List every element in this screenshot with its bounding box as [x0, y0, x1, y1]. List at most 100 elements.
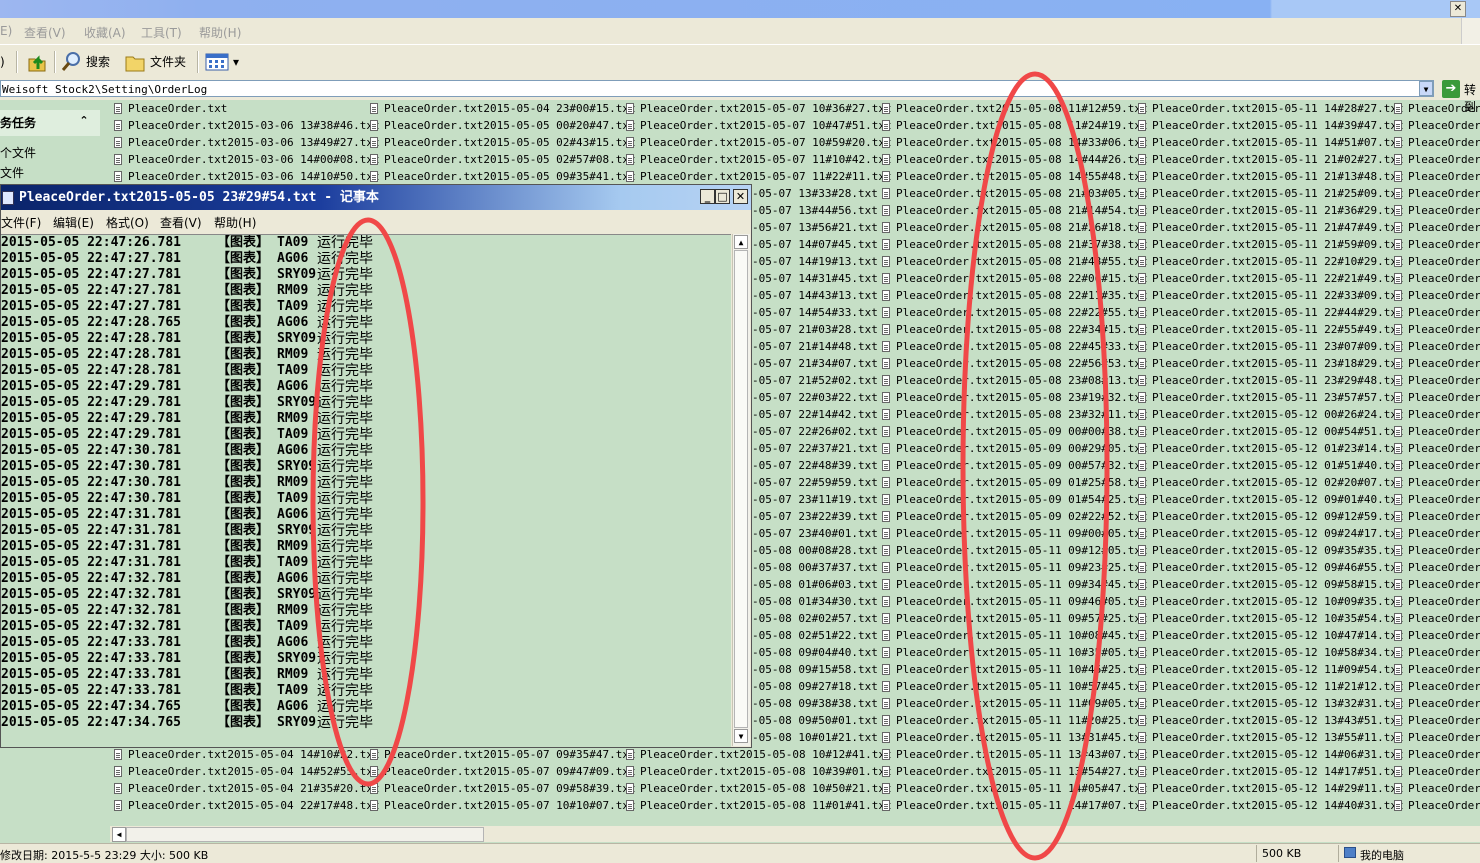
- task-link[interactable]: 个文件: [0, 144, 36, 161]
- file-item[interactable]: PleaceOrder.: [1390, 253, 1480, 270]
- file-item[interactable]: PleaceOrder.: [1390, 763, 1480, 780]
- file-item[interactable]: -05-08 09#50#01.txt: [752, 712, 878, 729]
- file-item[interactable]: PleaceOrder.txt2015-05-12 10#09#35.txt: [1134, 593, 1404, 610]
- file-item[interactable]: PleaceOrder.txt2015-05-12 09#12#59.txt: [1134, 508, 1404, 525]
- file-item[interactable]: PleaceOrder.txt2015-05-11 22#44#29.txt: [1134, 304, 1404, 321]
- file-item[interactable]: PleaceOrder.txt2015-05-11 09#12#05.txt: [878, 542, 1148, 559]
- file-item[interactable]: PleaceOrder.txt2015-05-11 21#25#09.txt: [1134, 185, 1404, 202]
- file-item[interactable]: PleaceOrder.txt2015-05-11 21#36#29.txt: [1134, 202, 1404, 219]
- file-item[interactable]: -05-07 21#34#07.txt: [752, 355, 878, 372]
- file-item[interactable]: PleaceOrder.: [1390, 780, 1480, 797]
- file-item[interactable]: -05-08 09#04#40.txt: [752, 644, 878, 661]
- file-item[interactable]: -05-07 14#43#13.txt: [752, 287, 878, 304]
- scrollbar-thumb[interactable]: [734, 250, 748, 728]
- file-item[interactable]: PleaceOrder.txt2015-05-12 13#55#11.txt: [1134, 729, 1404, 746]
- file-item[interactable]: PleaceOrder.: [1390, 593, 1480, 610]
- file-item[interactable]: -05-07 22#14#42.txt: [752, 406, 878, 423]
- file-item[interactable]: PleaceOrder.txt2015-05-07 10#36#27.txt: [622, 100, 892, 117]
- file-item[interactable]: PleaceOrder.txt2015-05-11 10#57#45.txt: [878, 678, 1148, 695]
- menu-edit[interactable]: E): [0, 24, 12, 38]
- file-item[interactable]: PleaceOrder.txt2015-05-04 23#00#15.txt: [366, 100, 636, 117]
- file-item[interactable]: PleaceOrder.txt2015-05-09 01#25#58.txt: [878, 474, 1148, 491]
- file-item[interactable]: PleaceOrder.txt2015-05-08 21#26#18.txt: [878, 219, 1148, 236]
- file-item[interactable]: PleaceOrder.txt2015-05-11 13#54#27.txt: [878, 763, 1148, 780]
- views-button[interactable]: ▾: [205, 51, 239, 73]
- file-item[interactable]: PleaceOrder.: [1390, 440, 1480, 457]
- file-item[interactable]: PleaceOrder.txt2015-05-12 01#23#14.txt: [1134, 440, 1404, 457]
- file-item[interactable]: -05-07 21#03#28.txt: [752, 321, 878, 338]
- file-item[interactable]: PleaceOrder.txt2015-05-11 09#46#05.txt: [878, 593, 1148, 610]
- file-item[interactable]: PleaceOrder.txt2015-05-09 00#29#05.txt: [878, 440, 1148, 457]
- file-item[interactable]: -05-07 14#31#45.txt: [752, 270, 878, 287]
- task-link[interactable]: 文件: [0, 164, 24, 181]
- file-item[interactable]: PleaceOrder.: [1390, 610, 1480, 627]
- file-item[interactable]: PleaceOrder.txt2015-05-05 09#35#41.txt: [366, 168, 636, 185]
- address-input[interactable]: Weisoft Stock2\Setting\OrderLog: [0, 80, 1434, 97]
- file-item[interactable]: PleaceOrder.txt2015-05-12 00#54#51.txt: [1134, 423, 1404, 440]
- folders-button[interactable]: 文件夹: [124, 51, 186, 73]
- file-item[interactable]: PleaceOrder.txt2015-05-12 00#26#24.txt: [1134, 406, 1404, 423]
- file-item[interactable]: PleaceOrder.txt2015-05-11 22#33#09.txt: [1134, 287, 1404, 304]
- file-item[interactable]: PleaceOrder.txt2015-05-04 21#35#20.txt: [110, 780, 380, 797]
- file-item[interactable]: -05-08 02#51#22.txt: [752, 627, 878, 644]
- file-item[interactable]: PleaceOrder.: [1390, 185, 1480, 202]
- file-item[interactable]: PleaceOrder.txt2015-05-12 14#29#11.txt: [1134, 780, 1404, 797]
- file-item[interactable]: PleaceOrder.: [1390, 457, 1480, 474]
- file-item[interactable]: PleaceOrder.: [1390, 746, 1480, 763]
- close-icon[interactable]: ✕: [1450, 1, 1466, 17]
- file-item[interactable]: PleaceOrder.txt2015-05-11 13#31#45.txt: [878, 729, 1148, 746]
- file-item[interactable]: PleaceOrder.txt2015-05-12 14#06#31.txt: [1134, 746, 1404, 763]
- file-item[interactable]: PleaceOrder.txt2015-05-09 01#54#25.txt: [878, 491, 1148, 508]
- file-item[interactable]: -05-07 21#52#02.txt: [752, 372, 878, 389]
- file-item[interactable]: PleaceOrder.: [1390, 729, 1480, 746]
- file-item[interactable]: PleaceOrder.txt2015-05-11 23#29#48.txt: [1134, 372, 1404, 389]
- file-item[interactable]: -05-07 13#33#28.txt: [752, 185, 878, 202]
- file-item[interactable]: PleaceOrder.: [1390, 474, 1480, 491]
- menu-format[interactable]: 格式(O): [106, 214, 149, 231]
- file-item[interactable]: PleaceOrder.txt2015-05-08 21#48#55.txt: [878, 253, 1148, 270]
- file-item[interactable]: PleaceOrder.: [1390, 695, 1480, 712]
- file-item[interactable]: PleaceOrder.txt2015-05-08 10#39#01.txt: [622, 763, 892, 780]
- file-item[interactable]: PleaceOrder.txt2015-05-08 21#03#05.txt: [878, 185, 1148, 202]
- file-item[interactable]: -05-07 21#14#48.txt: [752, 338, 878, 355]
- file-item[interactable]: PleaceOrder.txt2015-05-11 09#23#25.txt: [878, 559, 1148, 576]
- file-item[interactable]: PleaceOrder.txt2015-05-12 10#58#34.txt: [1134, 644, 1404, 661]
- file-item[interactable]: -05-08 00#08#28.txt: [752, 542, 878, 559]
- file-item[interactable]: PleaceOrder.txt2015-05-04 22#17#48.txt: [110, 797, 380, 814]
- file-item[interactable]: PleaceOrder.txt2015-05-12 10#35#54.txt: [1134, 610, 1404, 627]
- menu-view[interactable]: 查看(V): [160, 214, 202, 231]
- file-item[interactable]: PleaceOrder.: [1390, 372, 1480, 389]
- file-item[interactable]: -05-08 09#27#18.txt: [752, 678, 878, 695]
- maximize-button[interactable]: □: [715, 189, 730, 204]
- go-arrow-icon[interactable]: ➔: [1442, 80, 1460, 98]
- file-item[interactable]: -05-08 00#37#37.txt: [752, 559, 878, 576]
- file-item[interactable]: PleaceOrder.txt2015-05-05 02#57#08.txt: [366, 151, 636, 168]
- file-item[interactable]: PleaceOrder.txt2015-05-08 11#24#19.txt: [878, 117, 1148, 134]
- file-item[interactable]: PleaceOrder.: [1390, 117, 1480, 134]
- file-item[interactable]: PleaceOrder.: [1390, 287, 1480, 304]
- file-item[interactable]: PleaceOrder.: [1390, 508, 1480, 525]
- file-item[interactable]: PleaceOrder.txt2015-05-11 14#17#07.txt: [878, 797, 1148, 814]
- file-item[interactable]: PleaceOrder.txt2015-05-11 23#07#09.txt: [1134, 338, 1404, 355]
- file-item[interactable]: -05-07 22#48#39.txt: [752, 457, 878, 474]
- file-item[interactable]: PleaceOrder.txt2015-05-11 21#47#49.txt: [1134, 219, 1404, 236]
- file-item[interactable]: PleaceOrder.txt2015-05-11 21#59#09.txt: [1134, 236, 1404, 253]
- file-item[interactable]: -05-08 09#15#58.txt: [752, 661, 878, 678]
- file-item[interactable]: -05-07 13#44#56.txt: [752, 202, 878, 219]
- file-item[interactable]: PleaceOrder.txt2015-05-11 09#00#05.txt: [878, 525, 1148, 542]
- file-item[interactable]: PleaceOrder.txt2015-05-12 02#20#07.txt: [1134, 474, 1404, 491]
- file-item[interactable]: PleaceOrder.txt2015-05-08 22#34#15.txt: [878, 321, 1148, 338]
- address-dropdown-icon[interactable]: ▼: [1419, 81, 1433, 96]
- file-item[interactable]: PleaceOrder.: [1390, 355, 1480, 372]
- file-item[interactable]: PleaceOrder.: [1390, 644, 1480, 661]
- file-item[interactable]: PleaceOrder.txt2015-05-11 23#18#29.txt: [1134, 355, 1404, 372]
- file-item[interactable]: PleaceOrder.txt2015-05-11 23#57#57.txt: [1134, 389, 1404, 406]
- file-item[interactable]: PleaceOrder.txt2015-05-12 09#58#15.txt: [1134, 576, 1404, 593]
- file-item[interactable]: PleaceOrder.txt2015-05-11 22#55#49.txt: [1134, 321, 1404, 338]
- search-button[interactable]: 搜索: [60, 51, 110, 73]
- file-item[interactable]: PleaceOrder.txt2015-05-11 11#20#25.txt: [878, 712, 1148, 729]
- menu-help[interactable]: 帮助(H): [199, 24, 241, 41]
- file-item[interactable]: PleaceOrder.: [1390, 525, 1480, 542]
- file-item[interactable]: PleaceOrder.txt2015-05-11 14#39#47.txt: [1134, 117, 1404, 134]
- file-item[interactable]: PleaceOrder.: [1390, 202, 1480, 219]
